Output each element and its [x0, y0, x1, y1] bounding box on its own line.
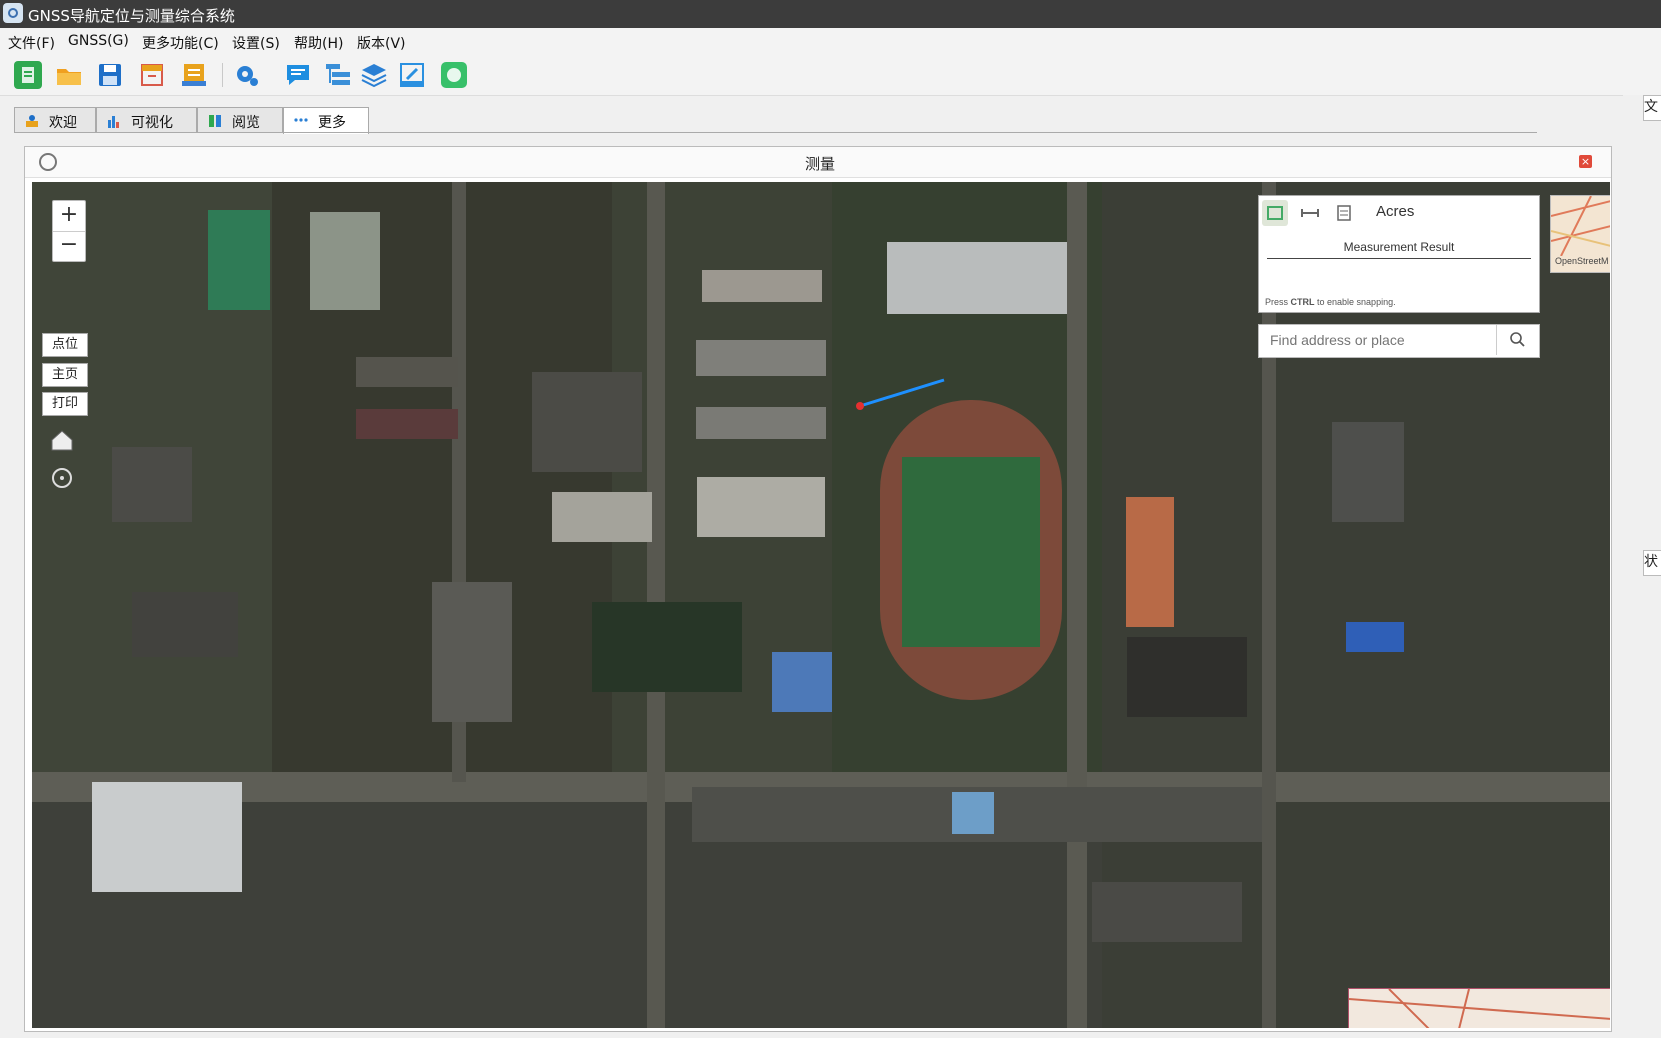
chat-bubble-icon[interactable] [440, 61, 468, 89]
more-dots-icon [294, 114, 308, 126]
basemap-caption: OpenStreetM [1555, 256, 1609, 266]
zoom-in-button[interactable]: + [53, 201, 85, 232]
point-button[interactable]: 点位 [42, 333, 88, 357]
tab-more[interactable]: 更多 [283, 107, 369, 134]
building [696, 407, 826, 439]
building [552, 492, 652, 542]
address-search [1258, 324, 1540, 358]
building [92, 782, 242, 892]
result-divider [1267, 258, 1531, 259]
search-input[interactable] [1259, 325, 1495, 355]
new-file-icon[interactable] [14, 61, 42, 89]
unit-select[interactable]: Acres [1376, 203, 1414, 220]
measurement-result-label: Measurement Result [1343, 240, 1455, 254]
building [432, 582, 512, 722]
close-icon[interactable]: × [1579, 155, 1592, 168]
panel-title: 测量 [805, 155, 836, 173]
reader-icon [208, 114, 222, 127]
measurement-widget: Acres Measurement Result Press CTRL to e… [1258, 195, 1540, 313]
building [112, 447, 192, 522]
save-icon[interactable] [96, 61, 124, 89]
building [356, 357, 458, 387]
tab-visualization-label: 可视化 [131, 115, 173, 131]
tab-reader[interactable]: 阅览 [197, 107, 283, 132]
right-dock: 文 状 [1623, 95, 1661, 1038]
toolbar [0, 55, 1661, 96]
football-field [902, 457, 1040, 647]
menu-bar: 文件(F) GNSS(G) 更多功能(C) 设置(S) 帮助(H) 版本(V) [0, 28, 1661, 55]
hint-suffix: to enable snapping. [1314, 297, 1396, 307]
overview-map[interactable] [1348, 988, 1610, 1028]
building [772, 652, 832, 712]
globe-icon [39, 153, 57, 171]
tab-visualization[interactable]: 可视化 [96, 107, 197, 132]
menu-help[interactable]: 帮助(H) [294, 33, 343, 53]
building [887, 242, 1067, 314]
sports-court [310, 212, 380, 310]
home-page-button[interactable]: 主页 [42, 363, 88, 387]
measure-line [856, 378, 945, 410]
print-button[interactable]: 打印 [42, 392, 88, 416]
zoom-out-button[interactable]: − [53, 231, 85, 261]
hint-key: CTRL [1290, 297, 1315, 307]
search-icon[interactable] [1496, 325, 1539, 355]
menu-file[interactable]: 文件(F) [8, 33, 55, 53]
tab-baseline [14, 132, 1537, 133]
building [532, 372, 642, 472]
window-title: GNSS导航定位与测量综合系统 [28, 7, 235, 25]
archive-icon[interactable] [138, 61, 166, 89]
building [697, 477, 825, 537]
layers-icon[interactable] [360, 61, 388, 89]
building [1346, 622, 1404, 652]
panel-header: 测量 × [25, 147, 1611, 178]
snapping-hint: Press CTRL to enable snapping. [1265, 297, 1396, 307]
tab-more-label: 更多 [318, 115, 346, 131]
side-tab-file[interactable]: 文 [1643, 95, 1661, 121]
road [1067, 182, 1087, 1028]
distance-measure-icon[interactable] [1297, 200, 1323, 226]
globe-app-icon [3, 3, 23, 23]
menu-gnss[interactable]: GNSS(G) [68, 33, 129, 49]
tab-welcome[interactable]: 欢迎 [14, 107, 96, 132]
building [1127, 637, 1247, 717]
building [1092, 882, 1242, 942]
toolbar-separator [222, 63, 223, 87]
user-icon [25, 114, 39, 127]
open-folder-icon[interactable] [55, 61, 83, 89]
building [702, 270, 822, 302]
bar-chart-icon [107, 114, 121, 128]
satellite-map[interactable]: + − 点位 主页 打印 Acres Measurement Result Pr… [32, 182, 1610, 1028]
tab-reader-label: 阅览 [232, 115, 260, 131]
locate-icon[interactable] [46, 462, 78, 494]
sports-court [208, 210, 270, 310]
basemap-thumbnail[interactable]: OpenStreetM [1550, 195, 1610, 273]
building [356, 409, 458, 439]
settings-gear-icon[interactable] [232, 61, 260, 89]
area-measure-icon[interactable] [1262, 200, 1288, 226]
menu-more-functions[interactable]: 更多功能(C) [142, 33, 219, 53]
building [1126, 497, 1174, 627]
building [696, 340, 826, 376]
home-icon[interactable] [46, 424, 78, 456]
zoom-control: + − [52, 200, 86, 262]
link-icon[interactable] [398, 61, 426, 89]
report-icon[interactable] [180, 61, 208, 89]
message-icon[interactable] [284, 61, 312, 89]
building [1332, 422, 1404, 522]
menu-settings[interactable]: 设置(S) [232, 33, 280, 53]
pond [592, 602, 742, 692]
menu-version[interactable]: 版本(V) [357, 33, 406, 53]
hint-prefix: Press [1265, 297, 1291, 307]
tree-list-icon[interactable] [324, 61, 352, 89]
location-measure-icon[interactable] [1331, 200, 1357, 226]
title-bar: GNSS导航定位与测量综合系统 [0, 0, 1661, 28]
side-tab-status[interactable]: 状 [1643, 550, 1661, 576]
building [952, 792, 994, 834]
tab-welcome-label: 欢迎 [49, 115, 77, 131]
building [132, 592, 238, 657]
